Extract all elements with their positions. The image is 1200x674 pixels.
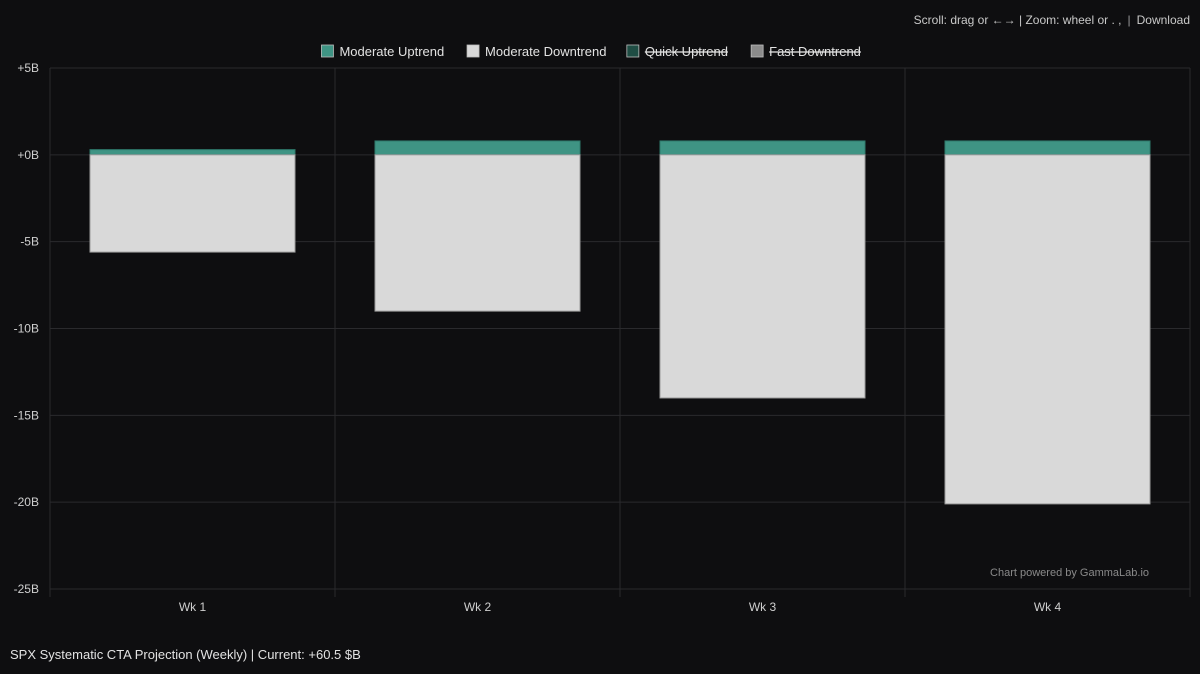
legend: Moderate Uptrend Moderate Downtrend Quick … <box>321 44 861 59</box>
legend-swatch <box>466 44 480 58</box>
x-axis-ticks: Wk 1 Wk 2 Wk 3 Wk 4 <box>179 600 1062 614</box>
legend-swatch <box>750 44 764 58</box>
bar-moderate-downtrend[interactable] <box>659 154 866 399</box>
bar-moderate-uptrend[interactable] <box>659 140 866 156</box>
toolbar-separator: | <box>1127 13 1131 27</box>
bar-moderate-downtrend[interactable] <box>89 154 296 253</box>
legend-label: Moderate Uptrend <box>339 44 444 59</box>
watermark-text: Chart powered by GammaLab.io <box>990 567 1149 579</box>
legend-item-moderate-uptrend[interactable]: Moderate Uptrend <box>321 44 444 59</box>
bar-moderate-downtrend[interactable] <box>374 154 581 312</box>
y-tick-label: +0B <box>17 148 39 162</box>
y-axis-ticks: +5B +0B -5B -10B -15B -20B -25B <box>14 61 39 596</box>
x-tick-label: Wk 1 <box>179 600 207 614</box>
y-tick-label: +5B <box>17 61 39 75</box>
cta-projection-chart[interactable]: +5B+0B-5B-10B-15B-20B-25B Wk 1 Wk 2 Wk 3 Wk… <box>0 0 1200 674</box>
navigation-hint: Scroll: drag or ←→ | Zoom: wheel or . , <box>913 13 1122 27</box>
bar-moderate-uptrend[interactable] <box>374 140 581 156</box>
download-button[interactable]: Download <box>1137 13 1190 27</box>
y-tick-label: -10B <box>14 322 39 336</box>
x-tick-label: Wk 2 <box>464 600 492 614</box>
chart-title: SPX Systematic CTA Projection (Weekly) |… <box>10 647 361 662</box>
bar-moderate-downtrend[interactable] <box>944 154 1151 505</box>
legend-label: Fast Downtrend <box>769 44 861 59</box>
legend-swatch <box>321 44 334 58</box>
x-tick-label: Wk 3 <box>749 600 777 614</box>
y-tick-label: -5B <box>20 235 39 249</box>
legend-item-quick-uptrend[interactable]: Quick Uptrend <box>626 44 728 59</box>
legend-label: Quick Uptrend <box>645 44 728 59</box>
chart-toolbar: Scroll: drag or ←→ | Zoom: wheel or . , … <box>914 13 1190 27</box>
y-tick-label: -15B <box>14 408 39 422</box>
legend-item-fast-downtrend[interactable]: Fast Downtrend <box>750 44 861 59</box>
legend-item-moderate-downtrend[interactable]: Moderate Downtrend <box>466 44 606 59</box>
bar-moderate-uptrend[interactable] <box>89 149 296 156</box>
y-tick-label: -20B <box>14 495 39 509</box>
legend-label: Moderate Downtrend <box>485 44 606 59</box>
y-tick-label: -25B <box>14 582 39 596</box>
legend-swatch <box>626 44 640 58</box>
bar-moderate-uptrend[interactable] <box>944 140 1151 156</box>
chart-page: +5B +0B -5B -10B -15B -20B -25B Wk 1 Wk 2 Wk 3 Wk… <box>0 0 1200 674</box>
x-tick-label: Wk 4 <box>1034 600 1062 614</box>
